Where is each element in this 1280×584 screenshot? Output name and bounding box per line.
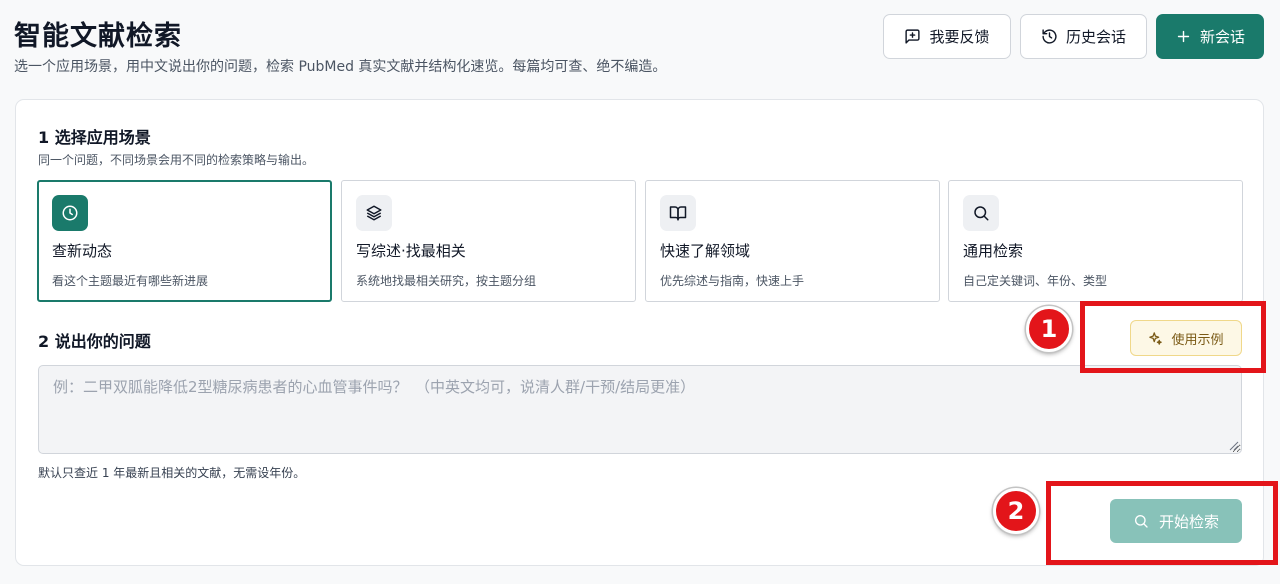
scenario-title: 查新动态 bbox=[52, 242, 113, 260]
plus-icon bbox=[1177, 30, 1190, 43]
new-session-button[interactable]: 新会话 bbox=[1156, 14, 1264, 59]
history-label: 历史会话 bbox=[1065, 29, 1126, 46]
history-button[interactable]: 历史会话 bbox=[1020, 14, 1147, 59]
history-icon bbox=[1042, 29, 1057, 44]
feedback-label: 我要反馈 bbox=[929, 29, 990, 46]
scenario-title: 快速了解领域 bbox=[660, 242, 751, 260]
scenario-card-review[interactable]: 写综述·找最相关 系统地找最相关研究，按主题分组 bbox=[341, 180, 636, 302]
page: 智能文献检索 选一个应用场景，用中文说出你的问题，检索 PubMed 真实文献并… bbox=[0, 0, 1280, 584]
annotation-badge: 1 bbox=[1026, 306, 1072, 352]
question-input[interactable] bbox=[38, 365, 1242, 454]
section-scenario-title: 1 选择应用场景 bbox=[38, 128, 151, 147]
clock-icon bbox=[52, 195, 88, 231]
scenario-title: 通用检索 bbox=[963, 242, 1024, 260]
scenario-card-latest[interactable]: 查新动态 看这个主题最近有哪些新进展 bbox=[37, 180, 332, 302]
scenario-title: 写综述·找最相关 bbox=[356, 242, 466, 260]
new-session-label: 新会话 bbox=[1199, 29, 1245, 46]
feedback-icon bbox=[905, 29, 921, 44]
scenario-desc: 看这个主题最近有哪些新进展 bbox=[52, 274, 209, 288]
annotation-badge: 2 bbox=[993, 488, 1039, 534]
search-icon bbox=[963, 195, 999, 231]
scenario-card-general[interactable]: 通用检索 自己定关键词、年份、类型 bbox=[948, 180, 1243, 302]
scenario-card-overview[interactable]: 快速了解领域 优先综述与指南，快速上手 bbox=[645, 180, 940, 302]
book-open-icon bbox=[660, 195, 696, 231]
section-question-title: 2 说出你的问题 bbox=[38, 332, 151, 351]
section-scenario-hint: 同一个问题，不同场景会用不同的检索策略与输出。 bbox=[38, 153, 315, 167]
feedback-button[interactable]: 我要反馈 bbox=[883, 14, 1011, 59]
page-title: 智能文献检索 bbox=[14, 21, 182, 52]
scenario-desc: 自己定关键词、年份、类型 bbox=[963, 274, 1108, 288]
annotation-highlight-box bbox=[1046, 481, 1278, 565]
annotation-highlight-box bbox=[1080, 301, 1266, 373]
resize-handle-icon[interactable] bbox=[1229, 441, 1239, 451]
page-subtitle: 选一个应用场景，用中文说出你的问题，检索 PubMed 真实文献并结构化速览。每… bbox=[14, 59, 667, 75]
scenario-desc: 优先综述与指南，快速上手 bbox=[660, 274, 805, 288]
layers-icon bbox=[356, 195, 392, 231]
search-range-note: 默认只查近 1 年最新且相关的文献，无需设年份。 bbox=[38, 466, 306, 480]
scenario-desc: 系统地找最相关研究，按主题分组 bbox=[356, 274, 537, 288]
